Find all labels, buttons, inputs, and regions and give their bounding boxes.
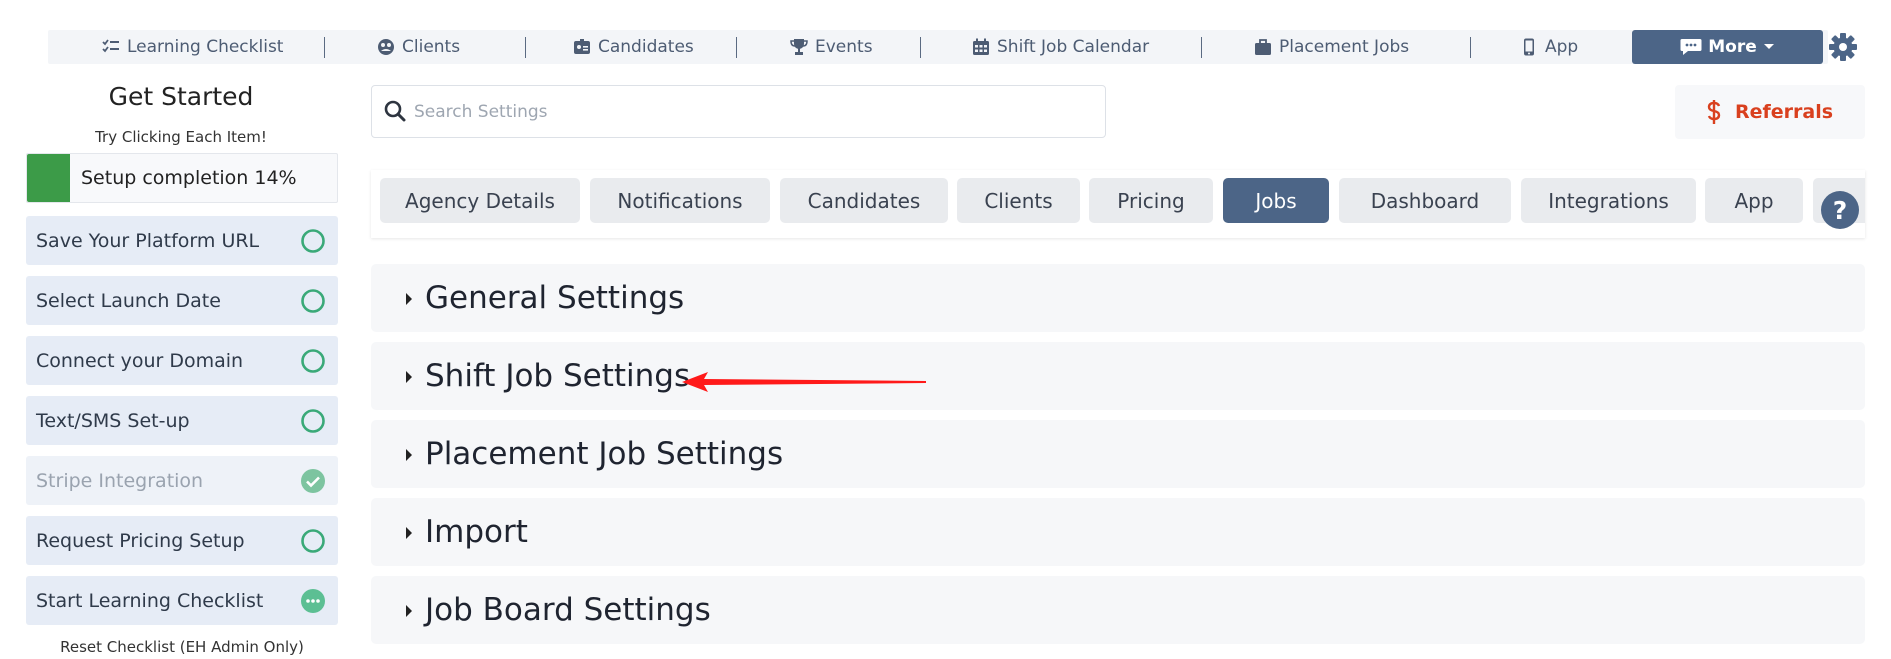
- more-label: More: [1708, 37, 1757, 57]
- nav-label: Learning Checklist: [127, 37, 284, 57]
- ellipsis-circle-icon: [301, 589, 325, 613]
- settings-tabs: Agency Details Notifications Candidates …: [371, 170, 1865, 238]
- checklist-item-label: Stripe Integration: [36, 469, 204, 492]
- settings-search-box: [371, 85, 1106, 138]
- nav-clients[interactable]: Clients: [377, 30, 460, 64]
- section-shift-job-settings[interactable]: Shift Job Settings: [371, 342, 1865, 410]
- nav-placement-jobs[interactable]: Placement Jobs: [1254, 30, 1409, 64]
- nav-shift-job-calendar[interactable]: Shift Job Calendar: [972, 30, 1149, 64]
- caret-down-icon: [1763, 44, 1774, 49]
- nav-app[interactable]: App: [1520, 30, 1578, 64]
- empty-circle-icon: [301, 409, 325, 433]
- tab-jobs[interactable]: Jobs: [1223, 178, 1329, 223]
- nav-divider: [1470, 37, 1471, 58]
- nav-learning-checklist[interactable]: Learning Checklist: [102, 30, 283, 64]
- checklist-item-stripe-integration[interactable]: Stripe Integration: [26, 456, 338, 505]
- annotation-arrow-icon: [682, 372, 926, 392]
- tab-dashboard[interactable]: Dashboard: [1339, 178, 1511, 223]
- empty-circle-icon: [301, 529, 325, 553]
- empty-circle-icon: [301, 229, 325, 253]
- gear-icon[interactable]: [1828, 32, 1858, 62]
- top-nav: Learning Checklist Clients Candidates Ev…: [48, 30, 1828, 64]
- tab-notifications[interactable]: Notifications: [590, 178, 770, 223]
- tab-agency-details[interactable]: Agency Details: [380, 178, 580, 223]
- nav-divider: [1201, 37, 1202, 58]
- caret-right-icon: [406, 605, 412, 617]
- progress-fill: [27, 154, 71, 202]
- nav-label: Events: [815, 37, 873, 57]
- tab-pricing[interactable]: Pricing: [1089, 178, 1213, 223]
- phone-icon: [1524, 38, 1534, 56]
- nav-divider: [736, 37, 737, 58]
- progress-label: Setup completion 14%: [81, 167, 297, 189]
- referrals-button[interactable]: Referrals: [1675, 85, 1865, 139]
- id-badge-icon: [574, 39, 590, 54]
- nav-label: Shift Job Calendar: [997, 37, 1150, 57]
- tab-candidates[interactable]: Candidates: [780, 178, 948, 223]
- nav-divider: [324, 37, 325, 58]
- search-input[interactable]: [414, 96, 1094, 128]
- more-menu-button[interactable]: More: [1632, 30, 1823, 64]
- checklist-item-platform-url[interactable]: Save Your Platform URL: [26, 216, 338, 265]
- nav-label: Placement Jobs: [1279, 37, 1410, 57]
- caret-right-icon: [406, 293, 412, 305]
- section-placement-job-settings[interactable]: Placement Job Settings: [371, 420, 1865, 488]
- section-title: Shift Job Settings: [425, 358, 691, 394]
- setup-progress-bar: Setup completion 14%: [26, 153, 338, 203]
- section-title: Placement Job Settings: [425, 436, 784, 472]
- checklist-icon: [102, 39, 119, 53]
- clients-icon: [378, 39, 394, 55]
- tab-integrations[interactable]: Integrations: [1521, 178, 1696, 223]
- tab-clients[interactable]: Clients: [957, 178, 1080, 223]
- caret-right-icon: [406, 527, 412, 539]
- caret-right-icon: [406, 371, 412, 383]
- nav-candidates[interactable]: Candidates: [573, 30, 694, 64]
- nav-label: App: [1545, 37, 1579, 57]
- referrals-label: Referrals: [1734, 101, 1834, 123]
- calendar-icon: [973, 38, 989, 55]
- briefcase-icon: [1255, 39, 1271, 55]
- comment-icon: [1680, 39, 1702, 55]
- empty-circle-icon: [301, 349, 325, 373]
- checklist-item-launch-date[interactable]: Select Launch Date: [26, 276, 338, 325]
- caret-right-icon: [406, 449, 412, 461]
- checklist-item-label: Start Learning Checklist: [36, 589, 264, 612]
- checklist-item-label: Save Your Platform URL: [36, 229, 260, 252]
- dollar-icon: [1707, 100, 1721, 124]
- section-import[interactable]: Import: [371, 498, 1865, 566]
- checklist-item-pricing-setup[interactable]: Request Pricing Setup: [26, 516, 338, 565]
- check-circle-icon: [301, 469, 325, 493]
- section-title: Job Board Settings: [425, 592, 711, 628]
- trophy-icon: [790, 39, 808, 55]
- checklist-item-connect-domain[interactable]: Connect your Domain: [26, 336, 338, 385]
- help-button[interactable]: ?: [1821, 191, 1859, 229]
- nav-label: Candidates: [598, 37, 694, 57]
- tab-app[interactable]: App: [1705, 178, 1803, 223]
- nav-divider: [525, 37, 526, 58]
- reset-checklist-link[interactable]: Reset Checklist (EH Admin Only): [26, 638, 338, 656]
- section-general-settings[interactable]: General Settings: [371, 264, 1865, 332]
- section-job-board-settings[interactable]: Job Board Settings: [371, 576, 1865, 644]
- checklist-item-sms-setup[interactable]: Text/SMS Set-up: [26, 396, 338, 445]
- section-title: General Settings: [425, 280, 685, 316]
- checklist-item-label: Request Pricing Setup: [36, 529, 245, 552]
- search-icon: [384, 100, 406, 122]
- nav-label: Clients: [402, 37, 461, 57]
- section-title: Import: [425, 514, 528, 550]
- nav-divider: [920, 37, 921, 58]
- get-started-title: Get Started: [108, 82, 254, 111]
- empty-circle-icon: [301, 289, 325, 313]
- checklist-item-learning-checklist[interactable]: Start Learning Checklist: [26, 576, 338, 625]
- get-started-subtitle: Try Clicking Each Item!: [95, 128, 267, 146]
- checklist-item-label: Select Launch Date: [36, 289, 221, 312]
- checklist-item-label: Text/SMS Set-up: [36, 409, 190, 432]
- nav-events[interactable]: Events: [790, 30, 873, 64]
- checklist-item-label: Connect your Domain: [36, 349, 244, 372]
